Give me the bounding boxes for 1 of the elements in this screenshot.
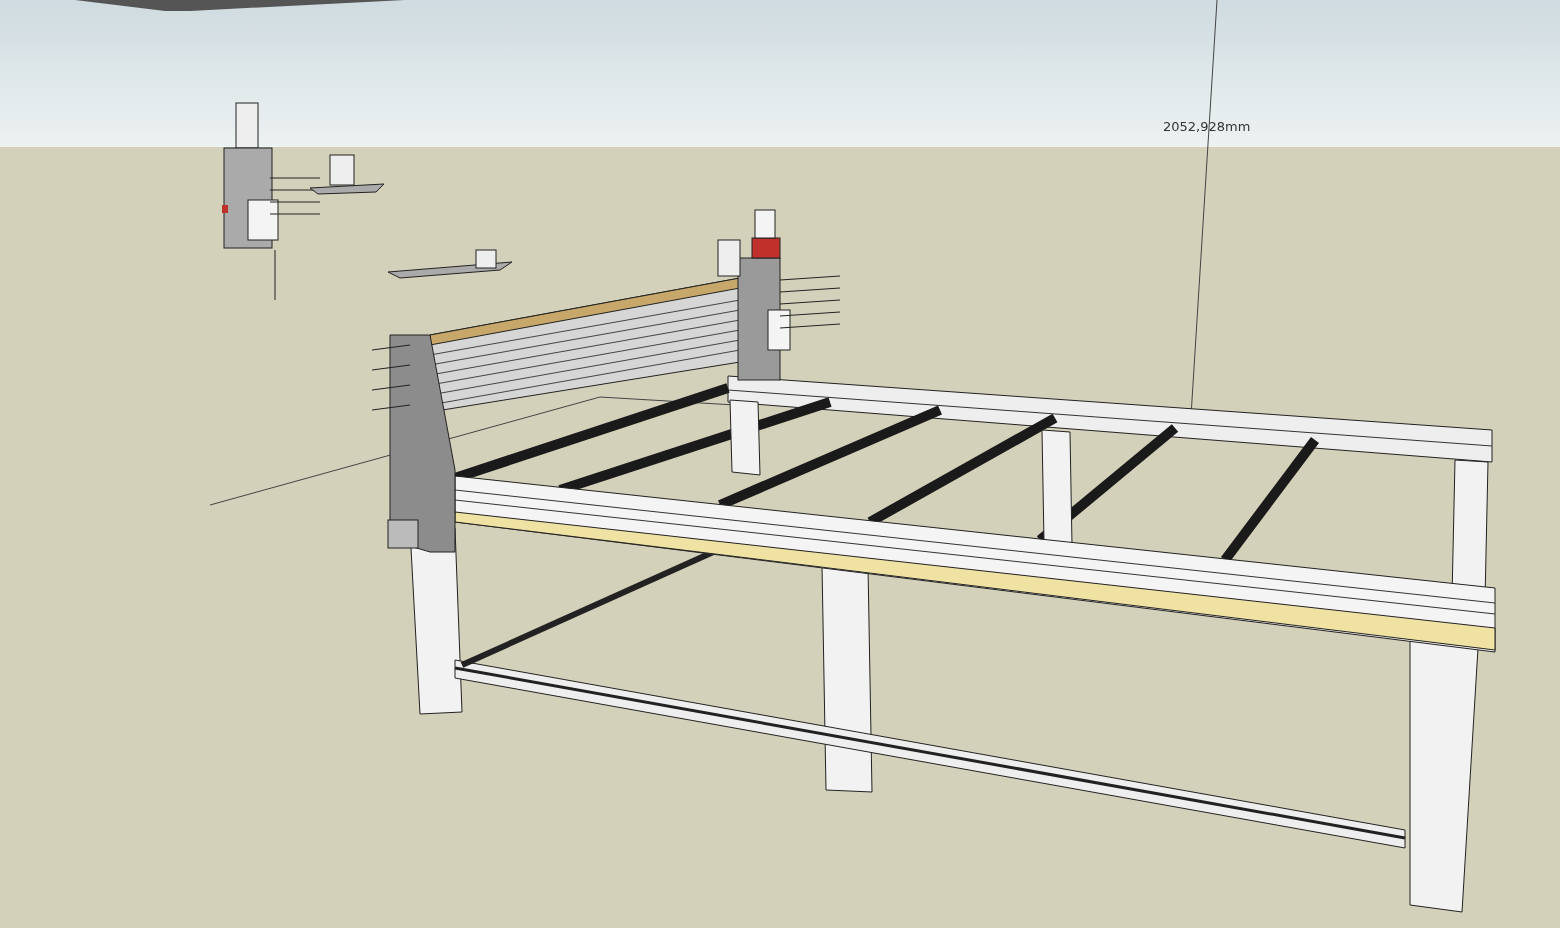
- dimension-label: 2052,928mm: [1163, 119, 1251, 134]
